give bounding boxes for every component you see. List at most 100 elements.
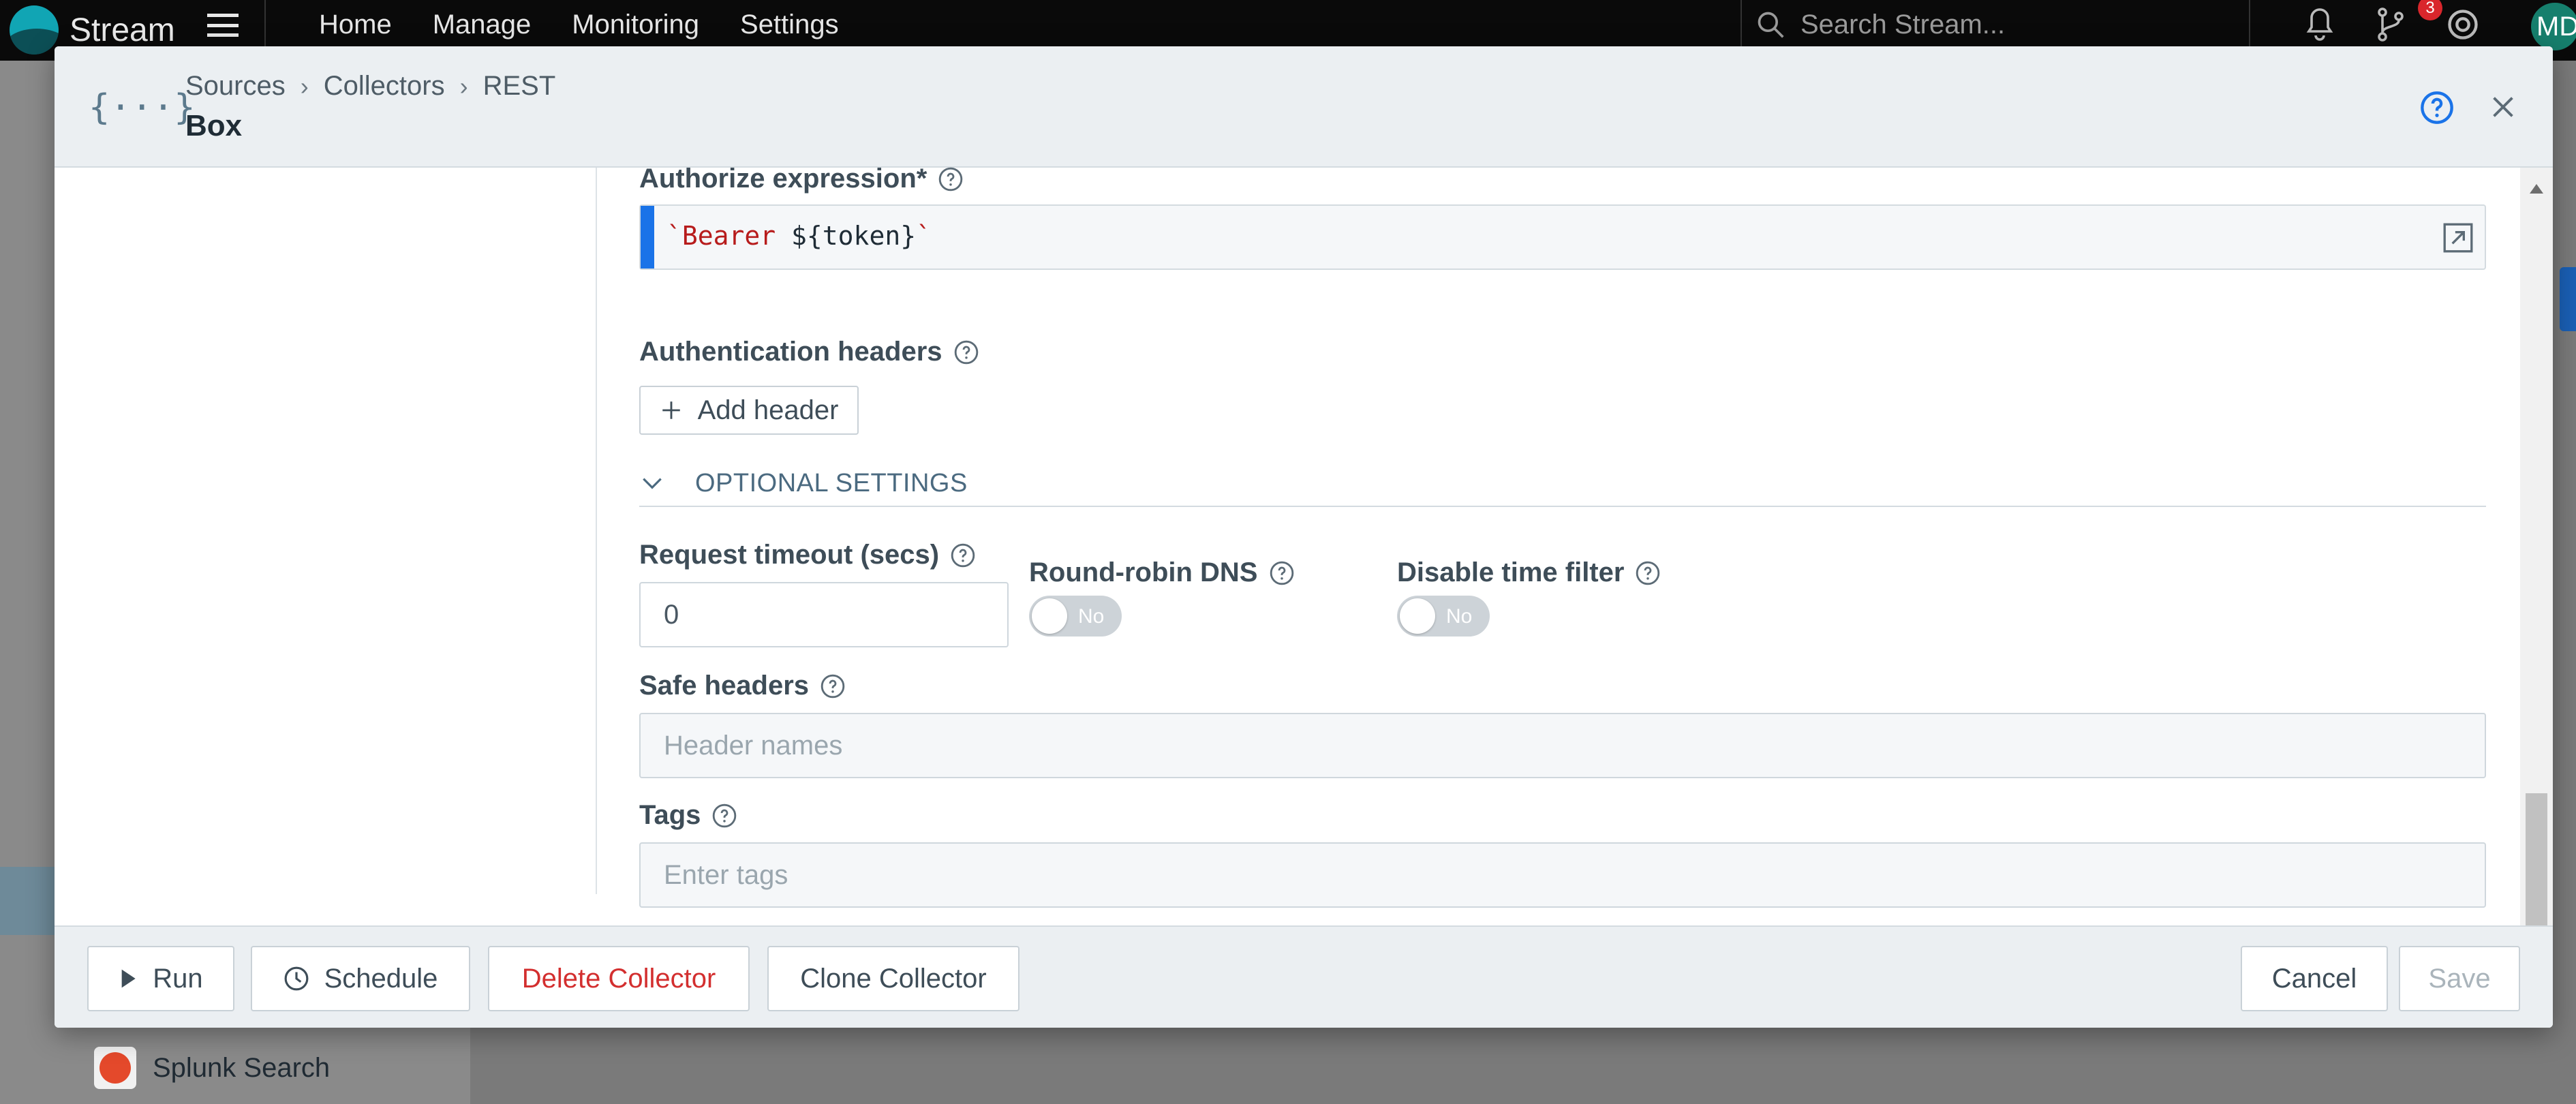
authorize-expression-code: `Bearer ${token}`: [666, 221, 932, 251]
safe-headers-label: Safe headers: [639, 671, 846, 701]
hamburger-menu-icon[interactable]: [207, 10, 239, 41]
brand-name: Stream: [70, 12, 175, 48]
request-timeout-value: 0: [664, 599, 679, 630]
global-search[interactable]: Search Stream...: [1741, 0, 2250, 49]
search-placeholder: Search Stream...: [1800, 9, 2006, 40]
splunk-icon: [94, 1047, 136, 1089]
chevron-down-icon: [643, 478, 662, 489]
cancel-button[interactable]: Cancel: [2241, 946, 2388, 1011]
toggle-knob: [1032, 598, 1067, 634]
modal-scrollbar[interactable]: [2520, 168, 2553, 958]
scroll-up-arrow-icon[interactable]: [2530, 184, 2543, 194]
stream-logo-icon: [10, 5, 59, 55]
column-divider: [596, 168, 597, 894]
request-timeout-input[interactable]: 0: [639, 582, 1009, 647]
breadcrumb-rest: REST: [482, 71, 556, 101]
git-branch-icon[interactable]: [2374, 5, 2407, 44]
request-timeout-text: Request timeout (secs): [639, 540, 940, 570]
run-button[interactable]: Run: [87, 946, 234, 1011]
clone-collector-button[interactable]: Clone Collector: [767, 946, 1019, 1011]
sidebar-item-label: Splunk Search: [153, 1052, 331, 1083]
breadcrumb-separator-icon: ›: [459, 72, 468, 100]
modal-title: Box: [185, 109, 243, 142]
play-icon: [121, 969, 136, 988]
collector-modal: {···} Sources › Collectors › REST Box Au…: [55, 46, 2553, 1028]
modal-footer: Run Schedule Delete Collector Clone Coll…: [55, 925, 2553, 1028]
authorize-expression-label: Authorize expression*: [639, 164, 964, 194]
round-robin-dns-text: Round-robin DNS: [1029, 557, 1258, 587]
schedule-button[interactable]: Schedule: [251, 946, 470, 1011]
disable-time-filter-text: Disable time filter: [1397, 557, 1625, 587]
request-timeout-label: Request timeout (secs): [639, 540, 976, 570]
authentication-headers-label: Authentication headers: [639, 337, 979, 367]
toggle-state: No: [1446, 605, 1473, 628]
nav-home[interactable]: Home: [319, 10, 392, 40]
safe-headers-input[interactable]: Header names: [639, 713, 2486, 778]
scrollbar-thumb[interactable]: [2526, 793, 2547, 927]
info-icon[interactable]: [938, 166, 964, 192]
modal-body: Authorize expression* `Bearer ${token}` …: [55, 164, 2520, 925]
breadcrumb-collectors[interactable]: Collectors: [324, 71, 445, 102]
rest-source-icon: {···}: [89, 87, 196, 128]
safe-headers-text: Safe headers: [639, 671, 810, 701]
schedule-label: Schedule: [324, 963, 438, 994]
disable-time-filter-toggle[interactable]: No: [1397, 596, 1490, 637]
nav-settings[interactable]: Settings: [740, 10, 839, 40]
breadcrumb-separator-icon: ›: [300, 72, 309, 100]
tags-input[interactable]: Enter tags: [639, 842, 2486, 908]
search-icon: [1758, 12, 1784, 38]
safe-headers-placeholder: Header names: [664, 730, 843, 761]
info-icon[interactable]: [1269, 560, 1295, 586]
editor-focus-accent: [641, 206, 654, 269]
delete-collector-label: Delete Collector: [521, 963, 716, 994]
code-keyword: Bearer: [681, 221, 776, 251]
run-label: Run: [153, 963, 203, 994]
help-icon[interactable]: [2419, 90, 2455, 125]
save-button[interactable]: Save: [2399, 946, 2520, 1011]
info-icon[interactable]: [953, 339, 979, 365]
round-robin-dns-toggle[interactable]: No: [1029, 596, 1122, 637]
nav-icon-group: [2303, 5, 2481, 44]
bell-icon[interactable]: [2303, 5, 2336, 44]
clock-icon: [284, 966, 309, 991]
toggle-knob: [1400, 598, 1435, 634]
delete-collector-button[interactable]: Delete Collector: [488, 946, 750, 1011]
optional-settings-title: OPTIONAL SETTINGS: [695, 469, 968, 497]
toggle-state: No: [1078, 605, 1105, 628]
add-header-label: Add header: [697, 395, 839, 425]
close-icon[interactable]: [2487, 91, 2519, 123]
tags-text: Tags: [639, 800, 701, 830]
breadcrumb-sources[interactable]: Sources: [185, 71, 286, 102]
round-robin-dns-label: Round-robin DNS: [1029, 557, 1295, 588]
nav-manage[interactable]: Manage: [433, 10, 532, 40]
background-primary-button-edge: [2560, 267, 2576, 331]
main-nav: Home Manage Monitoring Settings: [319, 10, 839, 40]
info-icon[interactable]: [820, 673, 846, 699]
save-label: Save: [2428, 963, 2491, 994]
add-header-button[interactable]: Add header: [639, 386, 859, 435]
sidebar-item-splunk-search[interactable]: Splunk Search: [94, 1047, 330, 1089]
code-token: ${token}: [776, 221, 917, 251]
info-icon[interactable]: [1635, 560, 1661, 586]
optional-settings-header[interactable]: OPTIONAL SETTINGS: [639, 469, 2486, 507]
avatar[interactable]: MD: [2531, 3, 2576, 50]
cancel-label: Cancel: [2271, 963, 2357, 994]
breadcrumb: Sources › Collectors › REST: [185, 71, 555, 102]
tags-placeholder: Enter tags: [664, 859, 788, 890]
help-support-icon[interactable]: [2445, 7, 2481, 42]
modal-header: {···} Sources › Collectors › REST Box: [55, 46, 2553, 168]
code-quote-open: `: [666, 221, 682, 251]
tags-label: Tags: [639, 800, 737, 831]
code-quote-close: `: [916, 221, 932, 251]
disable-time-filter-label: Disable time filter: [1397, 557, 1661, 588]
form-content: Authorize expression* `Bearer ${token}` …: [639, 164, 2486, 925]
nav-monitoring[interactable]: Monitoring: [572, 10, 699, 40]
plus-icon: [662, 401, 680, 419]
info-icon[interactable]: [950, 542, 976, 568]
expand-editor-icon[interactable]: [2441, 221, 2475, 255]
authorize-expression-text: Authorize expression*: [639, 164, 927, 194]
background-selected-row: [0, 867, 55, 935]
authorize-expression-editor[interactable]: `Bearer ${token}`: [639, 204, 2486, 270]
info-icon[interactable]: [711, 803, 737, 829]
authentication-headers-text: Authentication headers: [639, 337, 942, 367]
